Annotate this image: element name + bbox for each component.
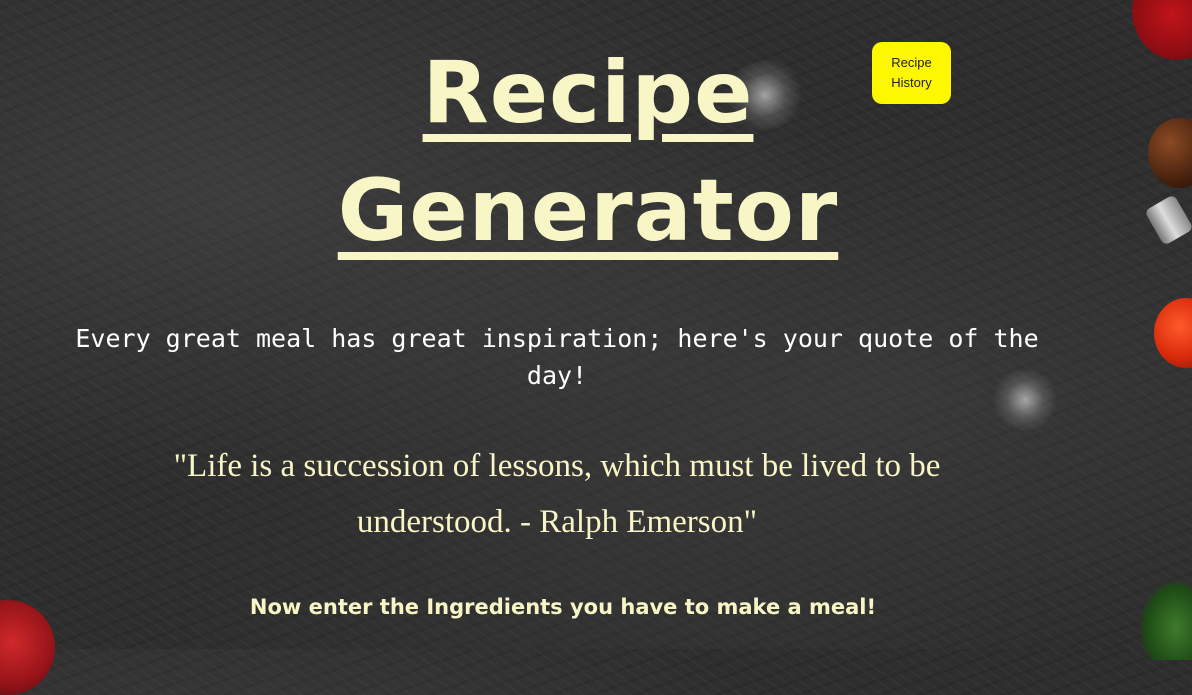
page-title-generator: Generator	[337, 161, 839, 261]
inspiration-text: Every great meal has great inspiration; …	[75, 324, 1039, 390]
quote-of-the-day: "Life is a succession of lessons, which …	[173, 448, 941, 540]
ingredients-prompt: Now enter the Ingredients you have to ma…	[249, 595, 877, 619]
page-title-recipe: Recipe	[422, 43, 754, 143]
herb-image	[1140, 580, 1192, 660]
tomato-image	[1154, 298, 1192, 368]
recipe-history-button[interactable]: Recipe History	[872, 42, 951, 104]
